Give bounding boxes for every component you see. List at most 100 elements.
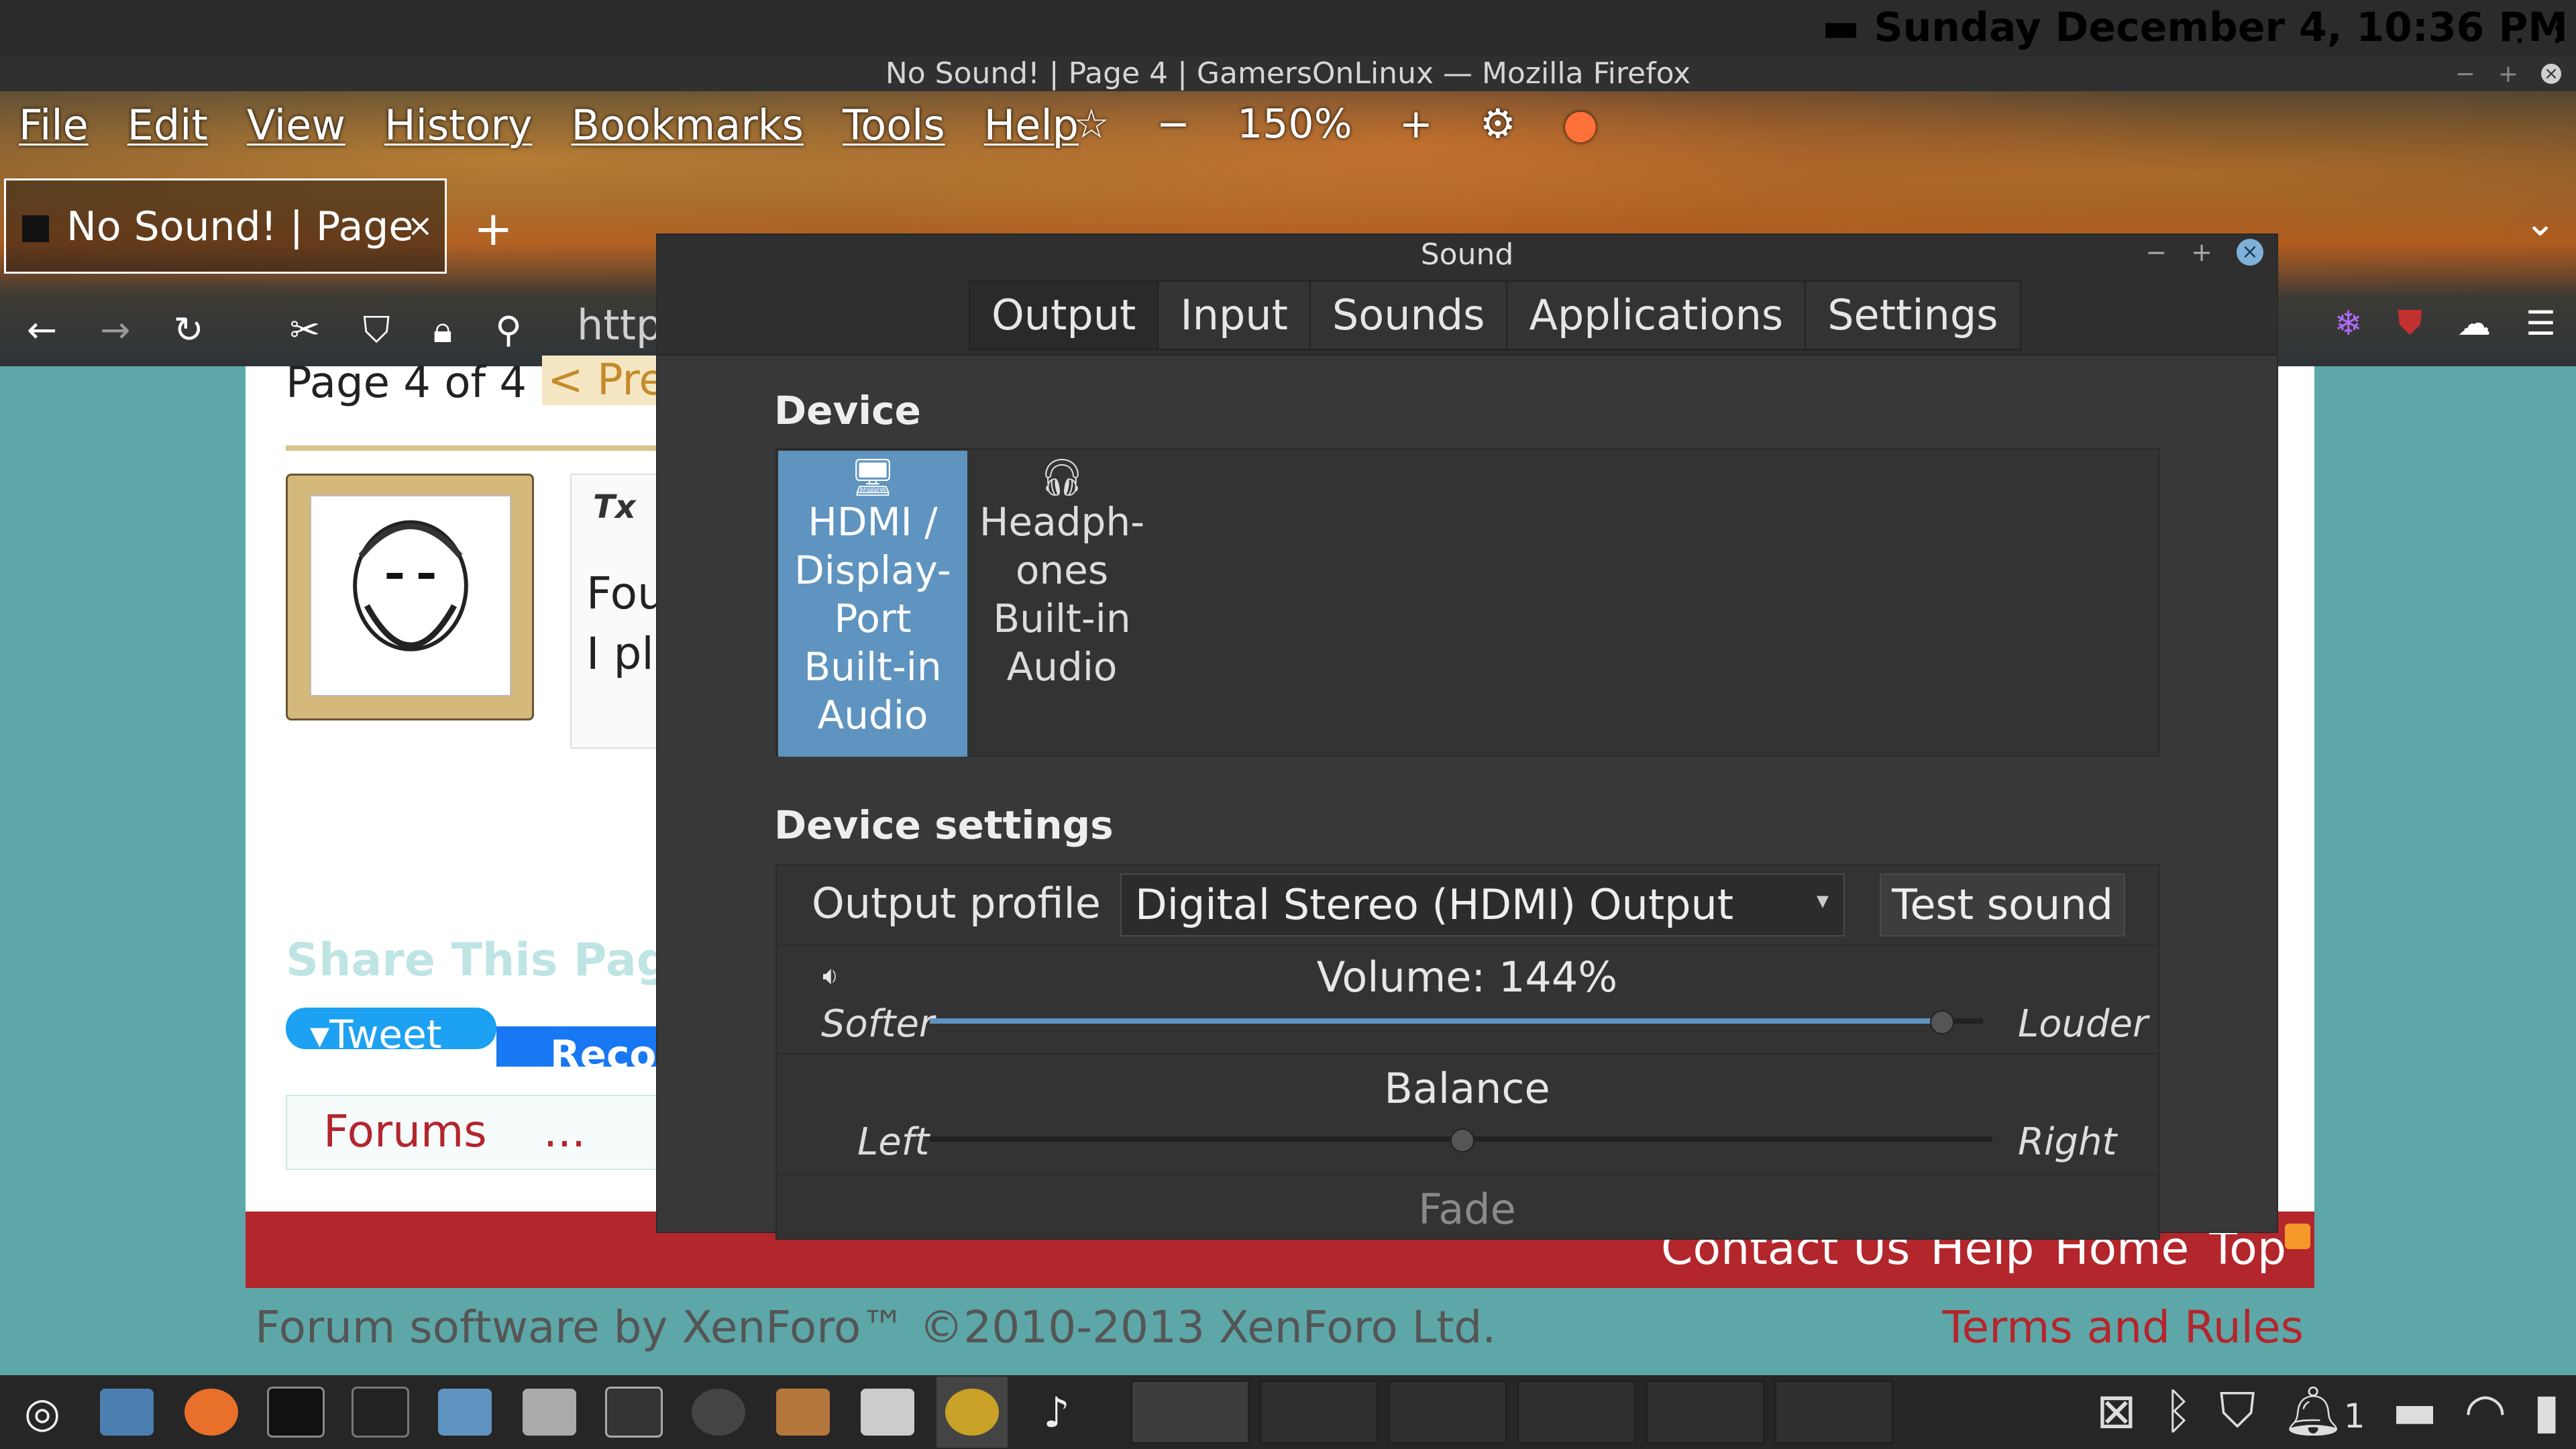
taskbar-window[interactable] xyxy=(1517,1381,1635,1444)
device-headphones[interactable]: 🎧︎ Headph- ones Built-in Audio xyxy=(967,451,1157,757)
menu-bookmarks[interactable]: Bookmarks xyxy=(572,101,804,150)
chevron-down-icon[interactable]: ▾ xyxy=(1817,887,1829,914)
taskbar-window[interactable] xyxy=(1389,1381,1507,1444)
zoom-in-button[interactable]: + xyxy=(1399,101,1433,148)
dialog-title: Sound xyxy=(1420,237,1514,272)
customize-icon[interactable]: ✂ xyxy=(290,309,320,352)
new-tab-button[interactable]: + xyxy=(474,201,513,256)
close-icon[interactable]: × xyxy=(2541,64,2561,84)
mixer-icon[interactable] xyxy=(852,1377,923,1448)
device-list: 🖥︎ HDMI / Display- Port Built-in Audio 🎧… xyxy=(775,448,2160,757)
balance-label: Balance xyxy=(1384,1064,1550,1113)
keyboard-icon[interactable]: ▬ xyxy=(2392,1383,2438,1439)
menu-help[interactable]: Help xyxy=(984,101,1079,150)
device-hdmi[interactable]: 🖥︎ HDMI / Display- Port Built-in Audio xyxy=(778,451,967,757)
url-bar-text[interactable]: http xyxy=(577,301,662,350)
tab-title: No Sound! | Page xyxy=(66,203,414,250)
terminal-icon[interactable] xyxy=(345,1377,416,1448)
tab-settings[interactable]: Settings xyxy=(1806,282,2020,349)
minimize-icon[interactable]: − xyxy=(2455,60,2475,88)
extension-snowflake-icon[interactable]: ❄ xyxy=(2334,304,2363,343)
shield-icon[interactable]: ⛉ xyxy=(2219,1382,2255,1440)
monitor-icon: 🖥︎ xyxy=(849,456,896,498)
share-heading: Share This Pag xyxy=(286,934,669,987)
notifications-icon[interactable]: 🔔︎1 xyxy=(2282,1383,2365,1440)
forward-icon[interactable]: → xyxy=(100,309,130,352)
menu-edit[interactable]: Edit xyxy=(127,101,208,150)
firefox-window-controls: − + × xyxy=(2455,56,2561,91)
avatar[interactable] xyxy=(310,495,511,696)
close-icon[interactable]: × xyxy=(2237,239,2263,266)
prev-page-link[interactable]: < Pre xyxy=(542,356,671,405)
taskbar-window[interactable] xyxy=(1260,1381,1378,1444)
output-profile-select[interactable]: Digital Stereo (HDMI) Output xyxy=(1120,873,1845,936)
terminal-icon[interactable] xyxy=(260,1377,331,1448)
screenshot-icon[interactable] xyxy=(598,1377,669,1448)
page-indicator: Page 4 of 4 xyxy=(286,358,527,408)
menu-history[interactable]: History xyxy=(384,101,533,150)
audio-icon[interactable] xyxy=(936,1377,1008,1448)
right-label: Right xyxy=(2018,1120,2117,1164)
wifi-icon[interactable]: ◠ xyxy=(2465,1383,2507,1439)
bookmark-star-icon[interactable]: ☆ xyxy=(1073,101,1110,148)
webcam-icon[interactable] xyxy=(683,1377,754,1448)
breadcrumb-ellipsis[interactable]: ... xyxy=(543,1106,586,1157)
tab-sounds[interactable]: Sounds xyxy=(1310,282,1508,349)
permissions-icon[interactable]: ⚲ xyxy=(495,309,522,352)
maximize-icon[interactable]: + xyxy=(2498,60,2518,88)
zoom-out-button[interactable]: − xyxy=(1157,101,1190,148)
rss-icon[interactable] xyxy=(2285,1224,2310,1249)
zoom-level[interactable]: 150% xyxy=(1237,101,1352,148)
menu-view[interactable]: View xyxy=(247,101,345,150)
taskbar-window-list xyxy=(1131,1381,1893,1444)
firefox-icon[interactable] xyxy=(176,1377,247,1448)
hamburger-menu-icon[interactable]: ☰ xyxy=(2526,304,2556,343)
tweet-button[interactable]: ▾Tweet xyxy=(286,1008,496,1049)
test-sound-button[interactable]: Test sound xyxy=(1880,873,2125,936)
browser-tab[interactable]: No Sound! | Page × xyxy=(4,178,447,274)
lock-icon[interactable]: 🔒︎ xyxy=(433,309,453,352)
tab-input[interactable]: Input xyxy=(1159,282,1311,349)
gear-icon[interactable]: ⚙ xyxy=(1480,101,1516,148)
ublock-icon[interactable]: ⛊ xyxy=(2398,303,2423,343)
taskbar-window[interactable] xyxy=(1646,1381,1764,1444)
firefox-icon[interactable]: ● xyxy=(1563,101,1598,148)
files-icon[interactable] xyxy=(429,1377,500,1448)
chevron-down-icon[interactable]: ⌄ xyxy=(2524,201,2556,245)
keyboard-icon: ▬ xyxy=(1821,4,1874,51)
tab-applications[interactable]: Applications xyxy=(1507,282,1807,349)
reload-icon[interactable]: ↻ xyxy=(174,309,204,352)
back-icon[interactable]: ← xyxy=(27,309,57,352)
menu-tools[interactable]: Tools xyxy=(843,101,945,150)
tab-output[interactable]: Output xyxy=(970,282,1159,349)
device-heading: Device xyxy=(774,388,921,433)
tab-close-icon[interactable]: × xyxy=(407,207,433,244)
mint-menu-icon[interactable]: ◎ xyxy=(7,1377,78,1448)
sound-tabs: Output Input Sounds Applications Setting… xyxy=(969,280,2021,350)
system-clock[interactable]: ▬ Sunday December 4, 10:36 PM xyxy=(1822,4,2568,51)
bluetooth-icon[interactable]: ᛒ xyxy=(2163,1383,2192,1439)
breadcrumb-forums[interactable]: Forums xyxy=(323,1106,487,1157)
clear-formatting-icon[interactable]: Tx xyxy=(593,488,636,526)
battery-icon[interactable]: ▮ xyxy=(2533,1383,2560,1439)
extension-cloud-icon[interactable]: ☁ xyxy=(2457,304,2491,343)
left-label: Left xyxy=(857,1120,930,1164)
desktop-icon[interactable] xyxy=(91,1377,162,1448)
firefox-menubar: File Edit View History Bookmarks Tools H… xyxy=(19,101,1079,150)
taskbar-launchers: ◎ ♪ xyxy=(0,1377,1092,1448)
settings-icon[interactable] xyxy=(514,1377,585,1448)
headphones-icon: 🎧︎ xyxy=(1038,456,1085,498)
taskbar-window[interactable] xyxy=(1775,1381,1893,1444)
mail-icon[interactable]: ⊠ xyxy=(2096,1383,2137,1439)
volume-slider-handle[interactable] xyxy=(1930,1010,1955,1034)
menu-file[interactable]: File xyxy=(19,101,89,150)
shield-icon[interactable]: ⛉ xyxy=(363,309,390,352)
taskbar-window[interactable] xyxy=(1131,1381,1249,1444)
maximize-icon[interactable]: + xyxy=(2191,237,2212,267)
avatar-sketch-icon xyxy=(353,520,468,651)
minimize-icon[interactable]: − xyxy=(2145,237,2167,267)
music-note-icon[interactable]: ♪ xyxy=(1021,1377,1092,1448)
speaker-icon[interactable] xyxy=(767,1377,839,1448)
terms-link[interactable]: Terms and Rules xyxy=(1942,1301,2304,1353)
balance-slider-handle[interactable] xyxy=(1450,1128,1474,1152)
